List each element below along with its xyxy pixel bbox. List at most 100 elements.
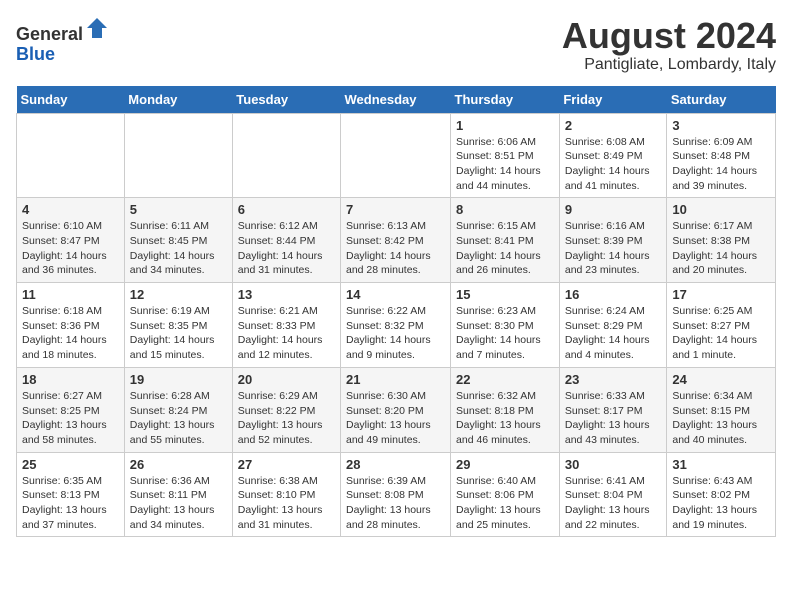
day-info: Sunrise: 6:18 AM Sunset: 8:36 PM Dayligh… <box>22 304 119 363</box>
calendar-cell: 27 Sunrise: 6:38 AM Sunset: 8:10 PM Dayli… <box>232 452 340 537</box>
day-info: Sunrise: 6:21 AM Sunset: 8:33 PM Dayligh… <box>238 304 335 363</box>
week-row-4: 25 Sunrise: 6:35 AM Sunset: 8:13 PM Dayli… <box>17 452 776 537</box>
header-monday: Monday <box>124 86 232 114</box>
day-number: 18 <box>22 372 119 387</box>
logo-general: General <box>16 24 83 44</box>
day-number: 20 <box>238 372 335 387</box>
day-number: 23 <box>565 372 662 387</box>
calendar-body: 1 Sunrise: 6:06 AM Sunset: 8:51 PM Daylig… <box>17 113 776 537</box>
day-info: Sunrise: 6:41 AM Sunset: 8:04 PM Dayligh… <box>565 474 662 533</box>
day-number: 7 <box>346 202 445 217</box>
day-info: Sunrise: 6:28 AM Sunset: 8:24 PM Dayligh… <box>130 389 227 448</box>
header-sunday: Sunday <box>17 86 125 114</box>
day-number: 8 <box>456 202 554 217</box>
week-row-2: 11 Sunrise: 6:18 AM Sunset: 8:36 PM Dayli… <box>17 283 776 368</box>
calendar-cell: 13Sunrise: 6:21 AM Sunset: 8:33 PM Dayli… <box>232 283 340 368</box>
location: Pantigliate, Lombardy, Italy <box>562 56 776 74</box>
calendar-cell: 22 Sunrise: 6:32 AM Sunset: 8:18 PM Dayli… <box>451 367 560 452</box>
calendar-cell: 10Sunrise: 6:17 AM Sunset: 8:38 PM Dayli… <box>667 198 776 283</box>
calendar-cell: 1 Sunrise: 6:06 AM Sunset: 8:51 PM Daylig… <box>451 113 560 198</box>
calendar-cell <box>124 113 232 198</box>
day-info: Sunrise: 6:40 AM Sunset: 8:06 PM Dayligh… <box>456 474 554 533</box>
header-thursday: Thursday <box>451 86 560 114</box>
day-info: Sunrise: 6:16 AM Sunset: 8:39 PM Dayligh… <box>565 219 662 278</box>
day-info: Sunrise: 6:38 AM Sunset: 8:10 PM Dayligh… <box>238 474 335 533</box>
header-saturday: Saturday <box>667 86 776 114</box>
day-info: Sunrise: 6:19 AM Sunset: 8:35 PM Dayligh… <box>130 304 227 363</box>
calendar-cell: 11 Sunrise: 6:18 AM Sunset: 8:36 PM Dayli… <box>17 283 125 368</box>
day-number: 15 <box>456 287 554 302</box>
day-info: Sunrise: 6:25 AM Sunset: 8:27 PM Dayligh… <box>672 304 770 363</box>
day-info: Sunrise: 6:36 AM Sunset: 8:11 PM Dayligh… <box>130 474 227 533</box>
calendar-cell: 26Sunrise: 6:36 AM Sunset: 8:11 PM Dayli… <box>124 452 232 537</box>
day-number: 12 <box>130 287 227 302</box>
day-info: Sunrise: 6:39 AM Sunset: 8:08 PM Dayligh… <box>346 474 445 533</box>
calendar-table: SundayMondayTuesdayWednesdayThursdayFrid… <box>16 86 776 538</box>
calendar-cell: 30Sunrise: 6:41 AM Sunset: 8:04 PM Dayli… <box>559 452 667 537</box>
day-number: 31 <box>672 457 770 472</box>
day-number: 2 <box>565 118 662 133</box>
header-tuesday: Tuesday <box>232 86 340 114</box>
day-number: 28 <box>346 457 445 472</box>
day-number: 22 <box>456 372 554 387</box>
day-info: Sunrise: 6:29 AM Sunset: 8:22 PM Dayligh… <box>238 389 335 448</box>
calendar-cell: 5 Sunrise: 6:11 AM Sunset: 8:45 PM Daylig… <box>124 198 232 283</box>
calendar-cell: 17Sunrise: 6:25 AM Sunset: 8:27 PM Dayli… <box>667 283 776 368</box>
logo: General Blue <box>16 16 109 65</box>
day-number: 5 <box>130 202 227 217</box>
week-row-0: 1 Sunrise: 6:06 AM Sunset: 8:51 PM Daylig… <box>17 113 776 198</box>
day-info: Sunrise: 6:12 AM Sunset: 8:44 PM Dayligh… <box>238 219 335 278</box>
logo-icon <box>85 16 109 40</box>
calendar-cell: 29 Sunrise: 6:40 AM Sunset: 8:06 PM Dayli… <box>451 452 560 537</box>
calendar-cell: 19 Sunrise: 6:28 AM Sunset: 8:24 PM Dayli… <box>124 367 232 452</box>
week-row-3: 18 Sunrise: 6:27 AM Sunset: 8:25 PM Dayli… <box>17 367 776 452</box>
calendar-cell: 9Sunrise: 6:16 AM Sunset: 8:39 PM Daylig… <box>559 198 667 283</box>
day-info: Sunrise: 6:11 AM Sunset: 8:45 PM Dayligh… <box>130 219 227 278</box>
header-wednesday: Wednesday <box>341 86 451 114</box>
day-number: 6 <box>238 202 335 217</box>
calendar-cell: 15Sunrise: 6:23 AM Sunset: 8:30 PM Dayli… <box>451 283 560 368</box>
calendar-cell: 24Sunrise: 6:34 AM Sunset: 8:15 PM Dayli… <box>667 367 776 452</box>
calendar-cell: 12 Sunrise: 6:19 AM Sunset: 8:35 PM Dayli… <box>124 283 232 368</box>
calendar-cell: 16Sunrise: 6:24 AM Sunset: 8:29 PM Dayli… <box>559 283 667 368</box>
page-header: General Blue August 2024 Pantigliate, Lo… <box>16 16 776 74</box>
day-number: 16 <box>565 287 662 302</box>
day-number: 27 <box>238 457 335 472</box>
calendar-cell: 31Sunrise: 6:43 AM Sunset: 8:02 PM Dayli… <box>667 452 776 537</box>
day-info: Sunrise: 6:35 AM Sunset: 8:13 PM Dayligh… <box>22 474 119 533</box>
day-info: Sunrise: 6:32 AM Sunset: 8:18 PM Dayligh… <box>456 389 554 448</box>
calendar-cell: 21Sunrise: 6:30 AM Sunset: 8:20 PM Dayli… <box>341 367 451 452</box>
day-info: Sunrise: 6:27 AM Sunset: 8:25 PM Dayligh… <box>22 389 119 448</box>
day-number: 11 <box>22 287 119 302</box>
header-friday: Friday <box>559 86 667 114</box>
day-info: Sunrise: 6:15 AM Sunset: 8:41 PM Dayligh… <box>456 219 554 278</box>
calendar-cell: 4Sunrise: 6:10 AM Sunset: 8:47 PM Daylig… <box>17 198 125 283</box>
header-row: SundayMondayTuesdayWednesdayThursdayFrid… <box>17 86 776 114</box>
day-info: Sunrise: 6:06 AM Sunset: 8:51 PM Dayligh… <box>456 135 554 194</box>
day-info: Sunrise: 6:09 AM Sunset: 8:48 PM Dayligh… <box>672 135 770 194</box>
week-row-1: 4Sunrise: 6:10 AM Sunset: 8:47 PM Daylig… <box>17 198 776 283</box>
calendar-header: SundayMondayTuesdayWednesdayThursdayFrid… <box>17 86 776 114</box>
day-info: Sunrise: 6:30 AM Sunset: 8:20 PM Dayligh… <box>346 389 445 448</box>
day-number: 25 <box>22 457 119 472</box>
day-number: 29 <box>456 457 554 472</box>
day-number: 1 <box>456 118 554 133</box>
day-info: Sunrise: 6:08 AM Sunset: 8:49 PM Dayligh… <box>565 135 662 194</box>
calendar-cell: 18 Sunrise: 6:27 AM Sunset: 8:25 PM Dayli… <box>17 367 125 452</box>
calendar-cell: 7Sunrise: 6:13 AM Sunset: 8:42 PM Daylig… <box>341 198 451 283</box>
calendar-cell: 25 Sunrise: 6:35 AM Sunset: 8:13 PM Dayli… <box>17 452 125 537</box>
calendar-cell: 20 Sunrise: 6:29 AM Sunset: 8:22 PM Dayli… <box>232 367 340 452</box>
day-info: Sunrise: 6:10 AM Sunset: 8:47 PM Dayligh… <box>22 219 119 278</box>
day-number: 19 <box>130 372 227 387</box>
calendar-cell: 2 Sunrise: 6:08 AM Sunset: 8:49 PM Daylig… <box>559 113 667 198</box>
calendar-cell <box>17 113 125 198</box>
day-number: 14 <box>346 287 445 302</box>
day-info: Sunrise: 6:33 AM Sunset: 8:17 PM Dayligh… <box>565 389 662 448</box>
calendar-cell: 8 Sunrise: 6:15 AM Sunset: 8:41 PM Daylig… <box>451 198 560 283</box>
day-info: Sunrise: 6:34 AM Sunset: 8:15 PM Dayligh… <box>672 389 770 448</box>
calendar-cell <box>232 113 340 198</box>
calendar-cell: 23 Sunrise: 6:33 AM Sunset: 8:17 PM Dayli… <box>559 367 667 452</box>
logo-blue: Blue <box>16 44 55 64</box>
calendar-cell: 14Sunrise: 6:22 AM Sunset: 8:32 PM Dayli… <box>341 283 451 368</box>
calendar-cell: 6 Sunrise: 6:12 AM Sunset: 8:44 PM Daylig… <box>232 198 340 283</box>
